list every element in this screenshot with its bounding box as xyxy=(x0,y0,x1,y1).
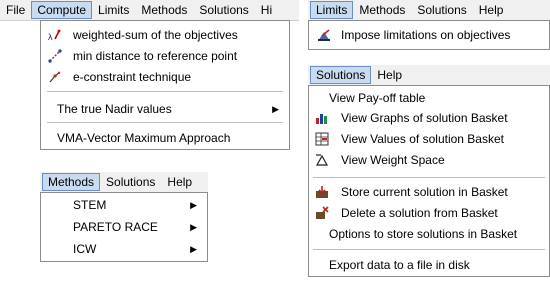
menu-item-label: Impose limitations on objectives xyxy=(341,28,511,42)
menu-item-view-payoff-table[interactable]: View Pay-off table xyxy=(309,88,549,108)
methods-dropdown: STEM ▶ PARETO RACE ▶ ICW ▶ xyxy=(40,192,208,262)
menu-item-label: PARETO RACE xyxy=(73,220,158,234)
menu-methods[interactable]: Methods xyxy=(135,1,193,19)
menu-item-stem[interactable]: STEM ▶ xyxy=(41,195,207,215)
menu-methods[interactable]: Methods xyxy=(353,1,411,19)
menu-item-label: STEM xyxy=(73,198,107,212)
menu-item-true-nadir-values[interactable]: The true Nadir values ▶ xyxy=(41,99,289,119)
limits-dropdown: Impose limitations on objectives xyxy=(308,20,550,50)
menu-item-store-solution[interactable]: Store current solution in Basket xyxy=(309,182,549,202)
reference-point-icon xyxy=(48,49,62,63)
menu-solutions[interactable]: Solutions xyxy=(310,66,372,84)
menu-item-label: View Graphs of solution Basket xyxy=(341,111,508,125)
compute-menubar: File Compute Limits Methods Solutions Hi xyxy=(0,0,299,21)
solutions-window: Solutions Help View Pay-off table View G… xyxy=(308,65,550,277)
menu-item-label: View Values of solution Basket xyxy=(341,132,504,146)
menu-item-pareto-race[interactable]: PARETO RACE ▶ xyxy=(41,217,207,237)
menu-item-vma[interactable]: VMA-Vector Maximum Approach xyxy=(41,128,289,148)
menu-help[interactable]: Help xyxy=(473,1,510,19)
store-icon xyxy=(316,186,328,198)
submenu-arrow-icon: ▶ xyxy=(190,222,197,232)
submenu-arrow-icon: ▶ xyxy=(190,200,197,210)
values-icon xyxy=(315,132,329,146)
menu-solutions[interactable]: Solutions xyxy=(411,1,472,19)
weighted-sum-icon: λ xyxy=(48,29,61,42)
svg-text:λ: λ xyxy=(48,32,53,42)
delete-icon xyxy=(316,206,329,219)
menu-item-e-constraint[interactable]: e-constraint technique xyxy=(41,67,289,87)
compute-dropdown: λ weighted-sum of the objectives min dis… xyxy=(40,20,290,150)
menu-help[interactable]: Help xyxy=(371,66,408,84)
menu-limits[interactable]: Limits xyxy=(92,1,135,19)
menu-limits[interactable]: Limits xyxy=(310,1,354,19)
submenu-arrow-icon: ▶ xyxy=(272,104,279,114)
menu-item-label: Delete a solution from Basket xyxy=(341,206,498,220)
methods-window: Methods Solutions Help STEM ▶ PARETO RAC… xyxy=(40,172,208,262)
submenu-arrow-icon: ▶ xyxy=(190,244,197,254)
menu-separator xyxy=(47,91,283,92)
menu-compute[interactable]: Compute xyxy=(31,1,93,19)
menu-item-label: View Pay-off table xyxy=(329,91,426,105)
menu-item-label: ICW xyxy=(73,242,97,256)
graph-icon xyxy=(316,114,327,124)
limits-icon xyxy=(318,29,330,41)
menu-item-view-graphs[interactable]: View Graphs of solution Basket xyxy=(309,108,549,128)
limits-window: Limits Methods Solutions Help Impose lim… xyxy=(308,0,550,52)
compute-window: File Compute Limits Methods Solutions Hi… xyxy=(0,0,299,152)
menu-solutions[interactable]: Solutions xyxy=(193,1,254,19)
menu-separator xyxy=(313,249,545,250)
menu-file[interactable]: File xyxy=(0,1,31,19)
menu-item-reference-point[interactable]: min distance to reference point xyxy=(41,46,289,66)
menu-item-view-values[interactable]: View Values of solution Basket xyxy=(309,129,549,149)
menu-item-label: weighted-sum of the objectives xyxy=(73,28,238,42)
e-constraint-icon xyxy=(49,71,61,83)
solutions-dropdown: View Pay-off table View Graphs of soluti… xyxy=(308,85,550,277)
menu-item-impose-limitations[interactable]: Impose limitations on objectives xyxy=(309,25,549,45)
limits-menubar: Limits Methods Solutions Help xyxy=(308,0,550,21)
menu-item-label: e-constraint technique xyxy=(73,70,192,84)
menu-separator xyxy=(313,177,545,178)
menu-item-icw[interactable]: ICW ▶ xyxy=(41,239,207,259)
menu-item-label: The true Nadir values xyxy=(57,102,172,116)
menu-item-label: Export data to a file in disk xyxy=(329,258,470,272)
menu-item-weighted-sum[interactable]: λ weighted-sum of the objectives xyxy=(41,25,289,45)
menu-item-view-weight-space[interactable]: View Weight Space xyxy=(309,150,549,170)
menu-item-export-data[interactable]: Export data to a file in disk xyxy=(309,255,549,275)
menu-separator xyxy=(47,122,283,123)
menu-item-label: Store current solution in Basket xyxy=(341,185,508,199)
menu-item-label: VMA-Vector Maximum Approach xyxy=(57,131,231,145)
solutions-menubar: Solutions Help xyxy=(308,65,550,86)
menu-methods[interactable]: Methods xyxy=(42,173,101,191)
menu-item-label: View Weight Space xyxy=(341,153,445,167)
menu-item-store-options[interactable]: Options to store solutions in Basket xyxy=(309,224,549,244)
methods-menubar: Methods Solutions Help xyxy=(40,172,208,193)
menu-item-label: Options to store solutions in Basket xyxy=(329,227,518,241)
menu-help[interactable]: Help xyxy=(161,173,198,191)
weight-space-icon xyxy=(315,154,329,166)
menu-item-delete-solution[interactable]: Delete a solution from Basket xyxy=(309,203,549,223)
menu-solutions[interactable]: Solutions xyxy=(100,173,161,191)
menu-help-truncated[interactable]: Hi xyxy=(255,1,278,19)
menu-item-label: min distance to reference point xyxy=(73,49,238,63)
